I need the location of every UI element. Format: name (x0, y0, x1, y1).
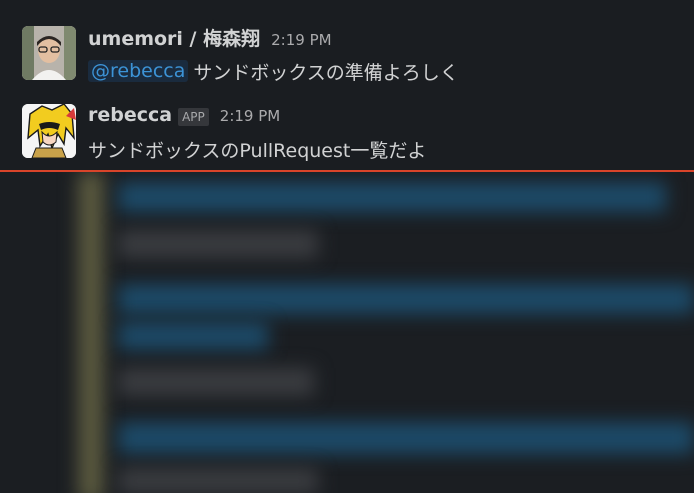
blurred-quote-stripe (78, 172, 104, 493)
message-body: @rebecca サンドボックスの準備よろしく (88, 56, 459, 86)
sender-name[interactable]: rebecca (88, 104, 172, 126)
message-text: サンドボックスの準備よろしく (193, 61, 459, 84)
umemori-avatar[interactable] (22, 26, 76, 80)
message-header: umemori / 梅森翔 2:19 PM (88, 24, 332, 50)
timestamp[interactable]: 2:19 PM (271, 31, 331, 49)
rebecca-avatar[interactable] (22, 104, 76, 158)
user-photo-avatar (22, 26, 76, 80)
mention-tag[interactable]: @rebecca (88, 60, 189, 82)
blurred-attachment-content (0, 172, 694, 493)
anime-character-avatar (22, 104, 76, 158)
timestamp[interactable]: 2:19 PM (220, 107, 280, 125)
message-header: rebecca APP 2:19 PM (88, 104, 280, 130)
blurred-link-line (118, 422, 694, 454)
message-body: サンドボックスのPullRequest一覧だよ (88, 134, 426, 164)
blurred-link-line (118, 182, 666, 212)
message-umemori: umemori / 梅森翔 2:19 PM @rebecca サンドボックスの準… (0, 0, 694, 98)
blurred-link-line (118, 322, 268, 350)
blurred-text-line (118, 230, 318, 258)
app-badge: APP (178, 108, 209, 126)
message-text: サンドボックスのPullRequest一覧だよ (88, 139, 427, 162)
blurred-text-line (118, 468, 318, 493)
sender-name[interactable]: umemori / 梅森翔 (88, 24, 260, 51)
message-list: umemori / 梅森翔 2:19 PM @rebecca サンドボックスの準… (0, 0, 694, 493)
message-rebecca: rebecca APP 2:19 PM サンドボックスのPullRequest一… (0, 98, 694, 170)
blurred-link-line (118, 284, 694, 314)
blurred-text-line (118, 368, 314, 396)
